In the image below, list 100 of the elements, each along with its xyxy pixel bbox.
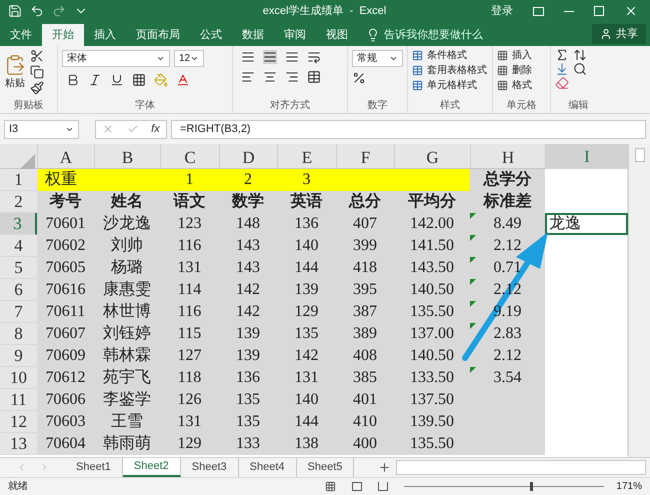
font-color-icon[interactable]	[176, 73, 190, 87]
fill-icon[interactable]	[555, 62, 569, 76]
table-cell: 144	[277, 257, 336, 279]
ribbon-tab[interactable]: 视图	[316, 24, 358, 46]
maximize-icon[interactable]	[594, 6, 604, 16]
row-header[interactable]: 9	[0, 345, 37, 367]
percent-icon[interactable]	[352, 71, 366, 85]
style-button[interactable]: 套用表格格式	[412, 63, 488, 78]
row-header[interactable]: 7	[0, 301, 37, 323]
zoom-slider-thumb[interactable]	[530, 482, 534, 491]
table-cell: 139	[277, 279, 336, 301]
format-painter-icon[interactable]	[30, 81, 44, 95]
paste-button[interactable]: 粘贴	[4, 54, 26, 90]
cut-icon[interactable]	[30, 49, 44, 63]
table-cell: 语文	[160, 191, 219, 213]
table-cell: 140.50	[394, 279, 470, 301]
table-cell: 139.50	[394, 411, 470, 433]
table-cell: 刘帅	[94, 235, 160, 257]
ribbon-tab[interactable]: 数据	[232, 24, 274, 46]
bottom-align-icon[interactable]	[285, 50, 299, 64]
row-header[interactable]: 5	[0, 257, 37, 279]
minimize-icon[interactable]	[564, 10, 574, 12]
row-header[interactable]: 6	[0, 279, 37, 301]
horizontal-scrollbar[interactable]	[396, 460, 646, 475]
sum-icon[interactable]	[555, 48, 569, 62]
align-right-icon[interactable]	[285, 70, 299, 84]
number-format-field[interactable]: 常规	[352, 50, 403, 67]
sort-icon[interactable]	[573, 48, 587, 62]
group-label: 剪贴板	[12, 98, 44, 113]
table-cell: 王雪	[94, 411, 160, 433]
close-icon[interactable]	[624, 4, 638, 18]
style-button[interactable]: 单元格样式	[412, 78, 488, 93]
ribbon-tab[interactable]: 文件	[0, 24, 42, 46]
ribbon-tab[interactable]: 审阅	[274, 24, 316, 46]
zoom-level[interactable]: 171%	[616, 479, 642, 494]
cells-button[interactable]: 格式	[497, 78, 546, 93]
row-header[interactable]: 12	[0, 411, 37, 433]
ribbon-tab[interactable]: 页面布局	[126, 24, 190, 46]
ribbon-tab[interactable]: 插入	[84, 24, 126, 46]
table-cell: 沙龙逸	[94, 213, 160, 235]
table-cell: 70606	[37, 389, 94, 411]
formula-field[interactable]: =RIGHT(B3,2)	[171, 120, 646, 138]
table-cell: 142	[219, 279, 277, 301]
row-header[interactable]: 13	[0, 433, 37, 455]
grid-icon	[497, 65, 508, 76]
tell-me-field[interactable]: 告诉我你想要做什么	[384, 26, 483, 44]
cells-button[interactable]: 插入	[497, 48, 546, 63]
login-link[interactable]: 登录	[491, 2, 513, 20]
group-label: 字体	[134, 98, 156, 113]
bold-icon[interactable]	[66, 73, 80, 87]
italic-icon[interactable]	[88, 73, 102, 87]
top-align-icon[interactable]	[241, 50, 255, 64]
row-header[interactable]: 3	[0, 213, 37, 235]
clear-icon[interactable]	[555, 76, 569, 90]
border-icon[interactable]	[132, 73, 146, 87]
table-cell: 3.54	[470, 367, 545, 389]
table-cell: 115	[160, 323, 219, 345]
table-cell: 408	[336, 345, 394, 367]
table-cell: 李鉴学	[94, 389, 160, 411]
font-name-field[interactable]: 宋体	[62, 50, 170, 67]
table-cell: 2	[219, 169, 277, 191]
lightbulb-icon[interactable]	[366, 28, 380, 42]
scrollbar-thumb[interactable]	[634, 148, 644, 162]
row-header[interactable]: 10	[0, 367, 37, 389]
table-cell: 137.50	[394, 389, 470, 411]
table-cell: 131	[277, 367, 336, 389]
insert-function-button[interactable]: fx	[151, 120, 160, 138]
ribbon-display-icon[interactable]	[533, 6, 544, 16]
style-button[interactable]: 条件格式	[412, 48, 488, 63]
undo-icon[interactable]	[30, 4, 44, 18]
page-break-icon[interactable]	[378, 482, 388, 491]
group-label: 数字	[366, 98, 388, 113]
name-box[interactable]: I3	[4, 120, 79, 138]
align-left-icon[interactable]	[241, 70, 255, 84]
table-cell: 116	[160, 235, 219, 257]
wrap-text-icon[interactable]	[307, 50, 321, 64]
row-header[interactable]: 8	[0, 323, 37, 345]
table-cell: 康惠雯	[94, 279, 160, 301]
row-header[interactable]: 2	[0, 191, 37, 213]
row-header[interactable]: 1	[0, 169, 37, 191]
font-size-field[interactable]: 12	[174, 50, 204, 67]
table-cell: 142	[219, 301, 277, 323]
row-header[interactable]: 11	[0, 389, 37, 411]
save-icon[interactable]	[8, 4, 22, 18]
merge-icon[interactable]	[307, 70, 321, 84]
cells-button[interactable]: 删除	[497, 63, 546, 78]
align-center-icon[interactable]	[263, 70, 277, 84]
ribbon-tab[interactable]: 公式	[190, 24, 232, 46]
middle-align-icon[interactable]	[263, 50, 277, 64]
table-cell: 141.50	[394, 235, 470, 257]
share-button[interactable]: 共享	[592, 24, 646, 44]
row-header[interactable]: 4	[0, 235, 37, 257]
underline-icon[interactable]	[110, 73, 124, 87]
sheet-tab[interactable]: Sheet2	[122, 458, 181, 477]
copy-icon[interactable]	[30, 65, 44, 79]
fill-color-icon[interactable]	[154, 73, 168, 87]
normal-view-icon[interactable]	[325, 481, 336, 492]
search-icon[interactable]	[573, 62, 587, 76]
ribbon-tab[interactable]: 开始	[42, 24, 84, 46]
page-layout-icon[interactable]	[352, 482, 362, 491]
